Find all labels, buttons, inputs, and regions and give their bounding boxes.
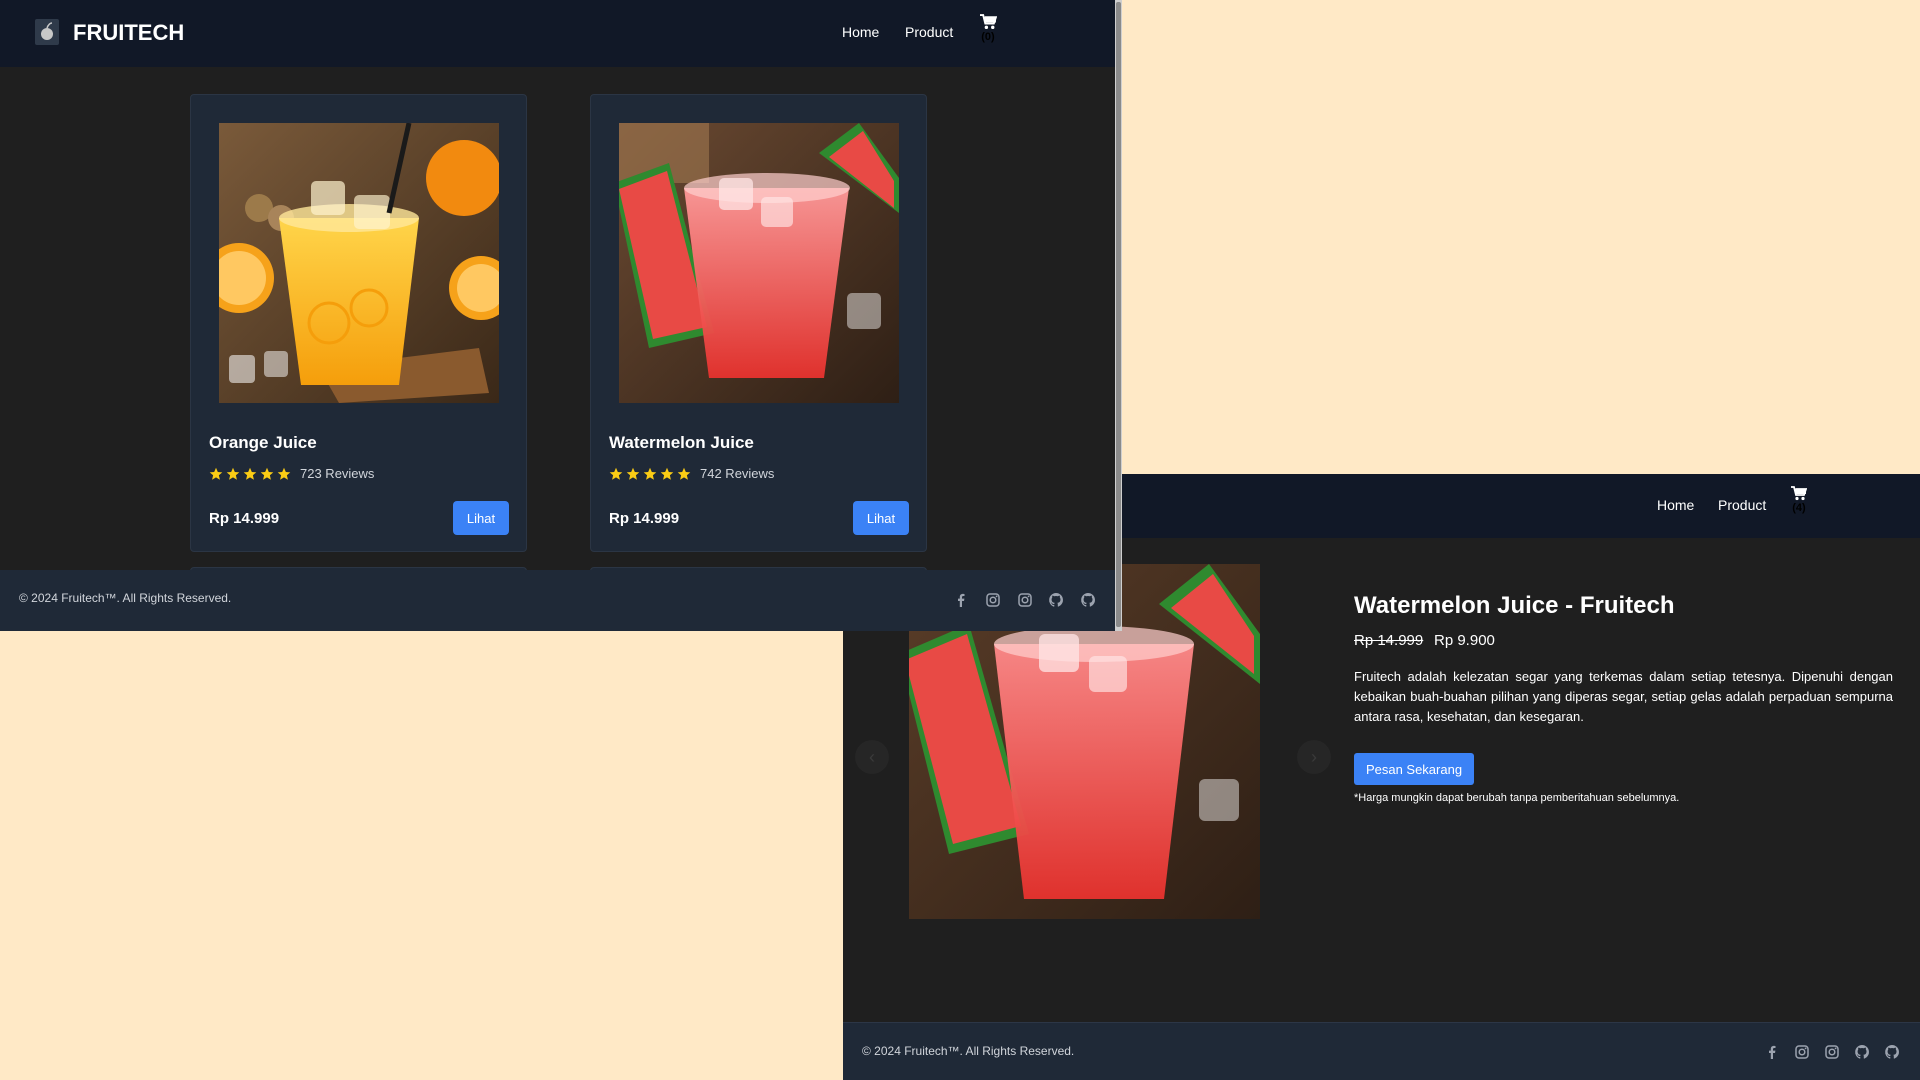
footer: © 2024 Fruitech™. All Rights Reserved. [843, 1022, 1920, 1080]
price-disclaimer: *Harga mungkin dapat berubah tanpa pembe… [1354, 792, 1680, 804]
nav-home-link[interactable]: Home [1657, 497, 1694, 513]
star-icon [260, 467, 274, 480]
orange-juice-photo [219, 123, 499, 403]
copyright-text: © 2024 Fruitech™. All Rights Reserved. [19, 591, 232, 605]
copyright-text: © 2024 Fruitech™. All Rights Reserved. [862, 1044, 1075, 1058]
cart-count: (4) [1792, 502, 1806, 514]
facebook-icon[interactable] [953, 592, 969, 608]
order-now-button[interactable]: Pesan Sekarang [1354, 753, 1474, 785]
facebook-icon[interactable] [1764, 1044, 1780, 1060]
instagram-icon[interactable] [1824, 1044, 1840, 1060]
instagram-icon[interactable] [985, 592, 1001, 608]
brand-name[interactable]: FRUITECH [73, 20, 184, 46]
product-card: Orange Juice 723 Reviews Rp 14.999 Lihat [190, 94, 527, 552]
carousel-next-button[interactable]: › [1297, 740, 1331, 774]
product-price: Rp 14.999 [609, 510, 680, 527]
github-icon[interactable] [1884, 1044, 1900, 1060]
view-product-button[interactable]: Lihat [453, 501, 509, 535]
view-product-button[interactable]: Lihat [853, 501, 909, 535]
cart-count: (0) [981, 31, 995, 43]
product-name[interactable]: Orange Juice [209, 433, 317, 453]
review-count: 723 Reviews [300, 466, 375, 481]
instagram-icon[interactable] [1017, 592, 1033, 608]
scrollbar[interactable] [1115, 0, 1122, 631]
original-price: Rp 14.999 [1354, 632, 1424, 649]
github-icon[interactable] [1048, 592, 1064, 608]
product-description: Fruitech adalah kelezatan segar yang ter… [1354, 669, 1893, 724]
cart-button[interactable]: (4) [1788, 486, 1810, 514]
cart-icon [979, 14, 997, 30]
star-icon [609, 467, 623, 480]
github-icon[interactable] [1854, 1044, 1870, 1060]
watermelon-juice-photo [619, 123, 899, 403]
navbar: FRUITECH Home Product (0) [0, 0, 1116, 67]
product-name[interactable]: Watermelon Juice [609, 433, 754, 453]
star-icon [209, 467, 223, 480]
discount-price: Rp 9.900 [1434, 632, 1495, 649]
star-icon [626, 467, 640, 480]
logo-icon [35, 19, 59, 45]
product-card: Watermelon Juice 742 Reviews Rp 14.999 L… [590, 94, 927, 552]
carousel-prev-button[interactable]: ‹ [855, 740, 889, 774]
cart-icon [1791, 486, 1807, 501]
cart-button[interactable]: (0) [976, 14, 1000, 43]
nav-home-link[interactable]: Home [842, 24, 879, 40]
rating-stars [209, 467, 291, 481]
star-icon [660, 467, 674, 480]
github-icon[interactable] [1080, 592, 1096, 608]
scrollbar-thumb[interactable] [1116, 2, 1121, 627]
product-title: Watermelon Juice - Fruitech [1354, 592, 1675, 619]
rating-stars [609, 467, 691, 481]
instagram-icon[interactable] [1794, 1044, 1810, 1060]
review-count: 742 Reviews [700, 466, 775, 481]
star-icon [677, 467, 691, 480]
star-icon [243, 467, 257, 480]
nav-product-link[interactable]: Product [1718, 497, 1766, 513]
product-price: Rp 14.999 [209, 510, 280, 527]
footer: © 2024 Fruitech™. All Rights Reserved. [0, 570, 1116, 631]
star-icon [277, 467, 291, 480]
star-icon [643, 467, 657, 480]
product-list-window: FRUITECH Home Product (0) Orange Juice 7… [0, 0, 1116, 631]
nav-product-link[interactable]: Product [905, 24, 953, 40]
star-icon [226, 467, 240, 480]
